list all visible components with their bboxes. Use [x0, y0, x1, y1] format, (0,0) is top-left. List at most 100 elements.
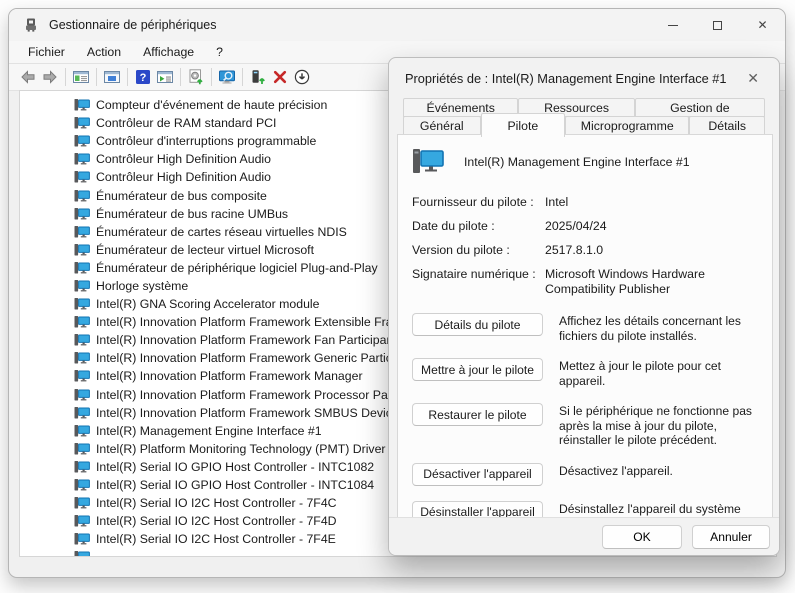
action-button-d-tails-du-pilote[interactable]: Détails du pilote	[412, 313, 543, 336]
action-row: Restaurer le piloteSi le périphérique ne…	[412, 403, 758, 448]
device-name: Intel(R) Management Engine Interface #1	[464, 155, 690, 169]
tree-item-label: Horloge système	[96, 279, 188, 293]
tab-d-tails[interactable]: Détails	[689, 116, 765, 135]
menu-item-3[interactable]: ?	[207, 43, 232, 61]
window-title: Gestionnaire de périphériques	[49, 18, 650, 32]
tab-g-n-ral[interactable]: Général	[403, 116, 481, 135]
action-description: Mettez à jour le pilote pour cet apparei…	[543, 358, 758, 388]
system-device-icon	[74, 315, 90, 329]
system-device-icon	[74, 388, 90, 402]
action-button-restaurer-le-pilote[interactable]: Restaurer le pilote	[412, 403, 543, 426]
maximize-button[interactable]	[695, 9, 740, 41]
driver-tab-panel: Intel(R) Management Engine Interface #1 …	[397, 134, 773, 519]
tree-item-label: Intel(R) Serial IO GPIO Host Controller …	[96, 478, 374, 492]
system-device-icon	[74, 514, 90, 528]
ok-button[interactable]: OK	[602, 525, 682, 549]
action-button-mettre-jour-le-pilote[interactable]: Mettre à jour le pilote	[412, 358, 543, 381]
scan-hardware-icon[interactable]	[185, 66, 207, 88]
toolbar-separator	[242, 68, 243, 86]
tree-item-label: Énumérateur de périphérique logiciel Plu…	[96, 261, 378, 275]
toolbar-separator	[211, 68, 212, 86]
field-label: Signataire numérique :	[412, 267, 545, 297]
field-value: Microsoft Windows Hardware Compatibility…	[545, 267, 758, 297]
field-label: Fournisseur du pilote :	[412, 195, 545, 210]
tree-item-label: Énumérateur de bus racine UMBus	[96, 207, 288, 221]
device-header: Intel(R) Management Engine Interface #1	[412, 147, 758, 177]
tree-item-label: Intel(R) Innovation Platform Framework G…	[96, 351, 401, 365]
forward-icon[interactable]	[39, 66, 61, 88]
field-value: 2025/04/24	[545, 219, 758, 234]
tree-item-label: Intel(R) Innovation Platform Framework P…	[96, 388, 398, 402]
field-row: Version du pilote :2517.8.1.0	[412, 243, 758, 258]
system-device-icon	[74, 152, 90, 166]
field-value: Intel	[545, 195, 758, 210]
toolbar-separator	[65, 68, 66, 86]
minimize-icon	[668, 25, 678, 26]
action-button-d-sactiver-l-appareil[interactable]: Désactiver l'appareil	[412, 463, 543, 486]
system-device-icon	[74, 279, 90, 293]
tab-gestion-de-l-alimentation[interactable]: Gestion de l'alimentation	[635, 98, 765, 117]
tree-item-label: Contrôleur de RAM standard PCI	[96, 116, 276, 130]
system-device-icon	[74, 297, 90, 311]
system-device-icon	[74, 406, 90, 420]
field-row: Date du pilote :2025/04/24	[412, 219, 758, 234]
action-pane-icon[interactable]	[154, 66, 176, 88]
system-device-icon	[74, 442, 90, 456]
toolbar-separator	[96, 68, 97, 86]
system-device-icon	[74, 170, 90, 184]
disable-icon[interactable]	[291, 66, 313, 88]
tree-item-label: Intel(R) Platform Monitoring Technology …	[96, 442, 386, 456]
close-icon: ✕	[747, 70, 759, 86]
action-description: Si le périphérique ne fonctionne pas apr…	[543, 403, 758, 448]
field-row: Fournisseur du pilote :Intel	[412, 195, 758, 210]
tree-item-label: Contrôleur High Definition Audio	[96, 170, 271, 184]
help-icon[interactable]: ?	[132, 66, 154, 88]
dialog-close-button[interactable]: ✕	[743, 68, 763, 89]
system-device-icon	[74, 261, 90, 275]
tree-item-label: Intel(R) Innovation Platform Framework F…	[96, 333, 397, 347]
dialog-footer: OK Annuler	[389, 517, 779, 555]
close-icon: ✕	[757, 18, 767, 32]
system-device-icon	[74, 460, 90, 474]
system-device-icon	[74, 351, 90, 365]
properties-icon[interactable]	[101, 66, 123, 88]
tree-item-label: Intel(R) Serial IO I2C Host Controller -…	[96, 514, 337, 528]
action-row: Désactiver l'appareilDésactivez l'appare…	[412, 463, 758, 486]
tree-item-label: Intel(R) Serial IO GPIO Host Controller …	[96, 460, 374, 474]
action-row: Détails du piloteAffichez les détails co…	[412, 313, 758, 343]
menu-item-0[interactable]: Fichier	[19, 43, 74, 61]
search-devices-icon[interactable]	[216, 66, 238, 88]
tab-pilote[interactable]: Pilote	[481, 113, 566, 137]
tab-microprogramme[interactable]: Microprogramme	[565, 116, 689, 135]
field-label: Version du pilote :	[412, 243, 545, 258]
titlebar: Gestionnaire de périphériques ✕	[9, 9, 785, 41]
tree-item-label: Compteur d'événement de haute précision	[96, 98, 327, 112]
system-device-icon	[74, 134, 90, 148]
menu-item-2[interactable]: Affichage	[134, 43, 203, 61]
close-button[interactable]: ✕	[740, 9, 785, 41]
console-tree-icon[interactable]	[70, 66, 92, 88]
cancel-button[interactable]: Annuler	[692, 525, 770, 549]
update-driver-icon[interactable]	[247, 66, 269, 88]
device-manager-app-icon	[23, 17, 39, 33]
dialog-titlebar: Propriétés de : Intel(R) Management Engi…	[389, 58, 779, 98]
system-device-icon	[74, 424, 90, 438]
minimize-button[interactable]	[650, 9, 695, 41]
system-device-icon	[74, 369, 90, 383]
system-device-icon	[74, 98, 90, 112]
tree-item-label: Intel(R) Innovation Platform Framework E…	[96, 315, 403, 329]
tab-row-back: ÉvénementsRessourcesGestion de l'aliment…	[403, 98, 765, 117]
back-icon[interactable]	[17, 66, 39, 88]
tree-item-label: Intel(R) GNA Scoring Accelerator module	[96, 297, 320, 311]
action-row: Mettre à jour le piloteMettez à jour le …	[412, 358, 758, 388]
uninstall-icon[interactable]	[269, 66, 291, 88]
system-device-icon	[74, 207, 90, 221]
tree-item-label: Contrôleur High Definition Audio	[96, 152, 271, 166]
system-device-icon	[74, 243, 90, 257]
tree-item-label: Intel(R) Innovation Platform Framework M…	[96, 369, 363, 383]
menu-item-1[interactable]: Action	[78, 43, 130, 61]
tree-item-label: Énumérateur de lecteur virtuel Microsoft	[96, 243, 314, 257]
system-device-icon	[74, 189, 90, 203]
action-description: Affichez les détails concernant les fich…	[543, 313, 758, 343]
tab-strip: ÉvénementsRessourcesGestion de l'aliment…	[403, 98, 765, 139]
